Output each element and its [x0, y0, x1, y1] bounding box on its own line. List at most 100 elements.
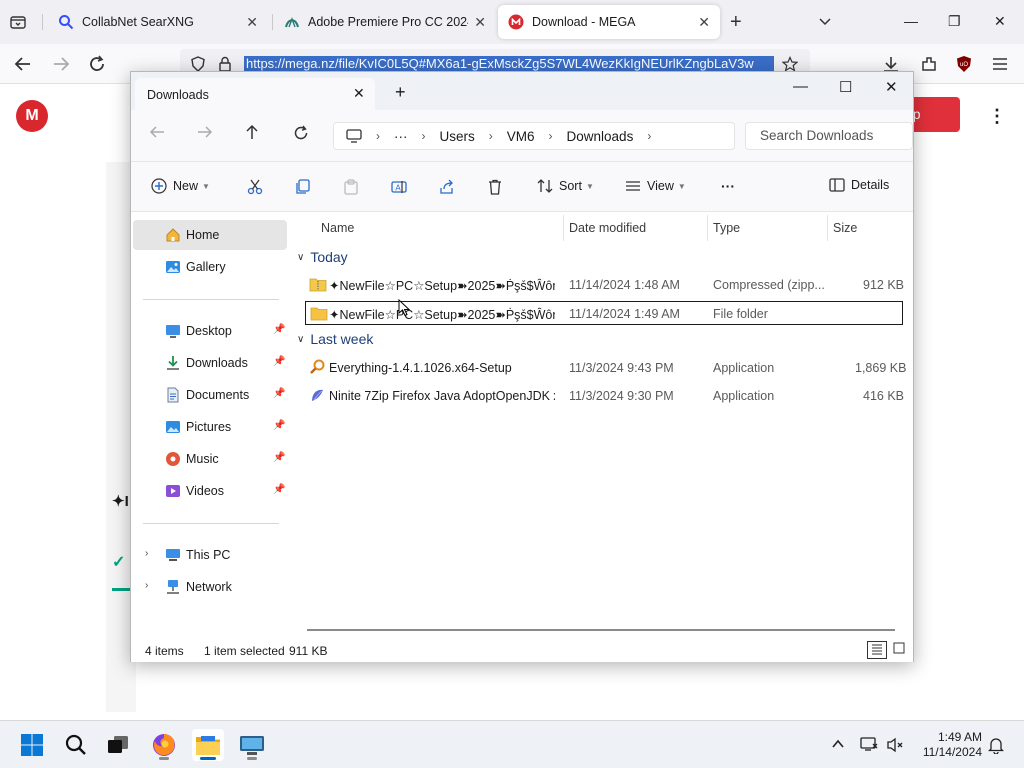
sidebar-item-label: Desktop — [186, 324, 232, 338]
breadcrumb-vm6[interactable]: VM6 — [507, 129, 535, 144]
delete-icon[interactable] — [487, 179, 503, 195]
sidebar-item-label: Music — [186, 452, 219, 466]
file-size: 1,869 KB — [855, 361, 907, 375]
minimize-button[interactable]: — — [793, 78, 808, 95]
back-icon[interactable] — [14, 56, 32, 72]
more-options-icon[interactable]: ⋮ — [988, 106, 1006, 127]
sort-icon — [537, 179, 553, 193]
breadcrumb-more[interactable]: ··· — [394, 129, 408, 144]
tab-list-icon[interactable] — [8, 12, 28, 32]
minimize-button[interactable]: — — [904, 13, 918, 29]
task-view-button[interactable] — [102, 729, 134, 761]
chevron-right-icon[interactable]: › — [145, 580, 148, 591]
this-pc-icon[interactable] — [346, 129, 362, 143]
close-button[interactable]: ✕ — [994, 13, 1006, 30]
maximize-button[interactable]: ☐ — [839, 78, 852, 96]
chevron-right-icon[interactable]: › — [145, 548, 148, 559]
tab-searxng[interactable]: CollabNet SearXNG ✕ — [48, 5, 268, 39]
sidebar-item-pictures[interactable]: Pictures 📌 — [133, 412, 287, 442]
sidebar-item-videos[interactable]: Videos 📌 — [133, 476, 287, 506]
chevron-down-icon[interactable] — [817, 14, 833, 30]
new-button[interactable]: New ▼ — [151, 178, 210, 194]
tab-mega[interactable]: Download - MEGA ✕ — [498, 5, 720, 39]
tab-close-icon[interactable]: ✕ — [698, 14, 710, 31]
share-icon[interactable] — [439, 179, 455, 195]
system-clock[interactable]: 1:49 AM 11/14/2024 — [910, 730, 982, 760]
sort-button[interactable]: Sort ▼ — [537, 178, 594, 194]
column-separator[interactable] — [827, 215, 828, 241]
column-header-size[interactable]: Size — [833, 221, 857, 235]
tiles-view-button[interactable] — [889, 641, 909, 659]
mega-logo[interactable]: M — [16, 100, 48, 132]
breadcrumb-downloads[interactable]: Downloads — [567, 129, 634, 144]
sidebar-item-desktop[interactable]: Desktop 📌 — [133, 316, 287, 346]
column-separator[interactable] — [563, 215, 564, 241]
table-row[interactable]: ✦NewFile☆PC☆Setup➽2025➽Ṗşṥ$Ŵȏr... 11/14/… — [305, 273, 904, 297]
sidebar-item-home[interactable]: Home — [133, 220, 287, 250]
close-tab-icon[interactable]: ✕ — [353, 85, 365, 102]
notification-bell-icon[interactable] — [988, 736, 1004, 754]
column-separator[interactable] — [707, 215, 708, 241]
taskbar-rdp[interactable] — [236, 729, 268, 761]
sidebar-item-music[interactable]: Music 📌 — [133, 444, 287, 474]
url-text[interactable]: https://mega.nz/file/KvIC0L5Q#MX6a1-gExM… — [244, 56, 774, 71]
sidebar-item-this-pc[interactable]: › This PC — [133, 540, 287, 570]
column-header-date[interactable]: Date modified — [569, 221, 646, 235]
bookmark-star-icon[interactable] — [782, 56, 798, 72]
tab-close-icon[interactable]: ✕ — [474, 14, 486, 31]
group-header-today[interactable]: ∨ Today — [297, 249, 348, 265]
forward-icon[interactable] — [197, 125, 213, 139]
sidebar-item-downloads[interactable]: Downloads 📌 — [133, 348, 287, 378]
search-input[interactable]: Search Downloads — [745, 122, 913, 150]
page-text-fragment: ✦I — [112, 493, 129, 510]
taskbar-firefox[interactable] — [148, 729, 180, 761]
search-button[interactable] — [60, 729, 92, 761]
column-header-name[interactable]: Name — [321, 221, 354, 235]
new-tab-button[interactable]: + — [730, 11, 742, 34]
start-button[interactable] — [16, 729, 48, 761]
more-options-button[interactable]: ··· — [721, 178, 735, 194]
back-icon[interactable] — [149, 125, 165, 139]
breadcrumb-users[interactable]: Users — [440, 129, 475, 144]
chevron-up-icon[interactable] — [832, 739, 844, 749]
table-row[interactable]: Everything-1.4.1.1026.x64-Setup 11/3/202… — [305, 356, 907, 380]
details-view-button[interactable] — [867, 641, 887, 659]
group-header-last-week[interactable]: ∨ Last week — [297, 331, 373, 347]
tab-premiere[interactable]: Adobe Premiere Pro CC 2024 v2 ✕ — [274, 5, 496, 39]
tab-close-icon[interactable]: ✕ — [246, 14, 258, 31]
new-tab-button[interactable]: + — [395, 82, 406, 103]
shield-icon[interactable] — [190, 56, 206, 72]
table-row-selected[interactable]: ✦NewFile☆PC☆Setup➽2025➽Ṗşṥ$Ŵȏr... 11/14/… — [305, 301, 903, 325]
copy-icon[interactable] — [295, 179, 311, 195]
forward-icon[interactable] — [52, 56, 70, 72]
sidebar-item-network[interactable]: › Network — [133, 572, 287, 602]
explorer-tab[interactable]: Downloads ✕ — [135, 78, 375, 110]
details-pane-button[interactable]: Details — [829, 178, 889, 192]
sidebar-item-gallery[interactable]: Gallery — [133, 252, 287, 282]
table-row[interactable]: Ninite 7Zip Firefox Java AdoptOpenJDK x.… — [305, 384, 904, 408]
horizontal-scrollbar[interactable] — [307, 629, 895, 631]
extensions-icon[interactable] — [920, 55, 938, 73]
paste-icon[interactable] — [343, 179, 359, 195]
maximize-button[interactable]: ❐ — [948, 13, 961, 30]
file-name: Ninite 7Zip Firefox Java AdoptOpenJDK x.… — [329, 389, 555, 403]
close-button[interactable]: ✕ — [885, 78, 898, 96]
network-status-icon[interactable] — [860, 737, 878, 751]
refresh-icon[interactable] — [293, 125, 309, 141]
column-header-type[interactable]: Type — [713, 221, 740, 235]
speaker-muted-icon[interactable] — [886, 737, 904, 753]
sidebar-item-label: Pictures — [186, 420, 232, 434]
cut-icon[interactable] — [247, 179, 263, 195]
chevron-right-icon: › — [647, 129, 652, 143]
breadcrumb[interactable]: › ··· › Users › VM6 › Downloads › — [333, 122, 735, 150]
ublock-icon[interactable]: uO — [956, 55, 972, 73]
sidebar-item-documents[interactable]: Documents 📌 — [133, 380, 287, 410]
view-button[interactable]: View ▼ — [625, 178, 686, 194]
rename-icon[interactable]: A — [391, 179, 407, 195]
up-arrow-icon[interactable] — [245, 124, 259, 140]
reload-icon[interactable] — [88, 55, 106, 73]
remote-desktop-icon — [240, 736, 264, 755]
taskbar-file-explorer[interactable] — [192, 729, 224, 761]
lock-icon[interactable] — [218, 56, 232, 72]
menu-icon[interactable] — [992, 57, 1008, 71]
